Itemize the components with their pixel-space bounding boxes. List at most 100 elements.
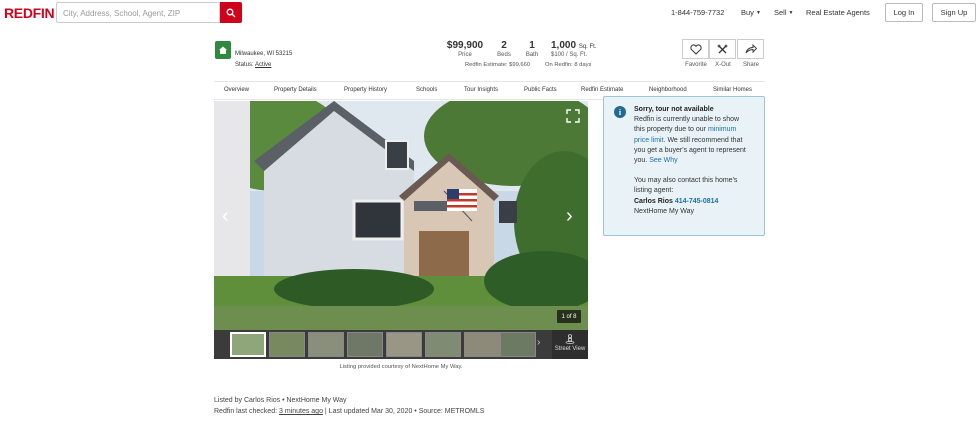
site-header: REDFIN City, Address, School, Agent, ZIP… <box>0 0 980 26</box>
redfin-estimate[interactable]: Redfin Estimate: $99,660 <box>465 62 530 68</box>
street-view-label: Street View <box>554 346 586 352</box>
tab-similar-homes[interactable]: Similar Homes <box>713 87 752 93</box>
thumbnail[interactable] <box>464 332 500 357</box>
agent-company: NextHome My Way <box>634 207 695 215</box>
buy-menu[interactable]: Buy ▼ <box>741 8 761 17</box>
tab-neighborhood[interactable]: Neighborhood <box>649 87 687 93</box>
tab-property-details[interactable]: Property Details <box>274 87 317 93</box>
baths-stat: 1 Bath <box>523 40 541 58</box>
thumbnail[interactable] <box>500 332 536 357</box>
tab-public-facts[interactable]: Public Facts <box>524 87 557 93</box>
house-icon <box>215 41 231 59</box>
real-estate-agents-link[interactable]: Real Estate Agents <box>806 8 870 17</box>
caret-down-icon: ▼ <box>788 10 794 17</box>
sell-label: Sell <box>774 8 787 17</box>
tab-overview[interactable]: Overview <box>224 87 249 93</box>
agent-line: Carlos Rios 414-745-0814 <box>634 197 762 207</box>
next-photo-arrow[interactable]: › <box>566 205 573 228</box>
tour-unavailable-notice: i Sorry, tour not available Redfin is cu… <box>603 96 765 236</box>
price-value: $99,900 <box>446 40 484 51</box>
expand-icon[interactable] <box>566 109 580 123</box>
house-photo-image <box>214 101 588 330</box>
beds-label: Beds <box>497 52 511 58</box>
caret-down-icon: ▼ <box>755 10 761 17</box>
xout-label: X-Out <box>715 62 731 68</box>
status-value[interactable]: Active <box>255 62 271 68</box>
days-on-redfin: On Redfin: 8 days <box>545 62 592 68</box>
favorite-label: Favorite <box>685 62 707 68</box>
sqft-stat: 1,000 Sq. Ft. $100 / Sq. Ft. <box>551 40 599 58</box>
price-per-sqft: $100 / Sq. Ft. <box>551 52 588 58</box>
agent-name: Carlos Rios <box>634 197 673 205</box>
status-label: Status: <box>235 62 254 68</box>
signup-button[interactable]: Sign Up <box>932 3 976 22</box>
photo-credit: Listing provided courtesy of NextHome My… <box>339 364 463 370</box>
tab-schools[interactable]: Schools <box>416 87 437 93</box>
contact-line: You may also contact this home's <box>634 177 738 185</box>
thumbnail[interactable] <box>308 332 344 357</box>
login-button[interactable]: Log In <box>885 3 923 22</box>
thumbnails-next-icon[interactable]: › <box>537 337 540 348</box>
contact-line: listing agent: <box>634 187 674 195</box>
beds-value: 2 <box>501 40 507 51</box>
notice-line: Redfin is currently unable to show <box>634 116 740 124</box>
baths-label: Bath <box>525 52 539 58</box>
sqft-value: 1,000 <box>551 40 577 51</box>
beds-stat: 2 Beds <box>496 40 512 58</box>
street-view-icon <box>565 334 575 344</box>
tab-tour-insights[interactable]: Tour Insights <box>464 87 498 93</box>
baths-value: 1 <box>529 40 535 51</box>
price-label: Price <box>458 52 472 58</box>
share-label: Share <box>742 62 759 68</box>
street-view-button[interactable]: Street View <box>552 330 588 359</box>
see-why-link[interactable]: See Why <box>649 157 677 164</box>
phone-link[interactable]: 1-844-759-7732 <box>671 8 724 17</box>
price-stat: $99,900 Price <box>446 40 484 58</box>
listed-by: Listed by Carlos Rios • NextHome My Way <box>214 397 347 404</box>
thumbnail[interactable] <box>347 332 383 357</box>
notice-text: . We still recommend that <box>663 136 743 144</box>
notice-line: you get a buyer's agent to represent <box>634 146 746 154</box>
notice-text: this property due to our <box>634 126 708 134</box>
buy-label: Buy <box>741 8 754 17</box>
favorite-button[interactable] <box>682 39 709 59</box>
checked-time: 3 minutes ago <box>278 408 323 415</box>
thumbnail[interactable] <box>230 332 266 357</box>
redfin-logo[interactable]: REDFIN <box>4 5 55 21</box>
xout-button[interactable] <box>709 39 736 59</box>
checked-prefix: Redfin last checked: <box>214 408 279 415</box>
notice-line: this property due to our minimum <box>634 125 762 135</box>
checked-suffix: | Last updated Mar 30, 2020 • Source: ME… <box>322 408 485 415</box>
agent-phone-link[interactable]: 414-745-0814 <box>675 198 719 205</box>
listing-address: Milwaukee, WI 53215 <box>235 51 293 57</box>
info-icon: i <box>614 106 626 118</box>
sell-menu[interactable]: Sell ▼ <box>774 8 793 17</box>
tab-property-history[interactable]: Property History <box>344 87 387 93</box>
search-button[interactable] <box>220 2 242 23</box>
sqft-unit: Sq. Ft. <box>578 44 597 50</box>
tab-redfin-estimate[interactable]: Redfin Estimate <box>581 87 623 93</box>
photo-counter: 1 of 8 <box>557 310 581 323</box>
notice-title: Sorry, tour not available <box>634 106 714 113</box>
search-input[interactable]: City, Address, School, Agent, ZIP <box>56 2 220 23</box>
share-icon <box>745 44 757 54</box>
last-checked: Redfin last checked: 3 minutes ago | Las… <box>214 408 484 415</box>
thumbnail[interactable] <box>269 332 305 357</box>
listing-status: Status: Active <box>235 62 271 68</box>
heart-icon <box>689 43 702 55</box>
notice-body: Sorry, tour not available Redfin is curr… <box>634 105 762 217</box>
price-limit-link[interactable]: price limit <box>634 137 664 144</box>
prev-photo-arrow[interactable]: ‹ <box>222 205 229 228</box>
sqft-row: 1,000 Sq. Ft. <box>551 40 599 51</box>
listing-photo[interactable] <box>214 101 588 330</box>
x-out-icon <box>717 44 728 53</box>
notice-line: price limit. We still recommend that <box>634 136 762 146</box>
notice-text: you. <box>634 157 650 165</box>
minimum-price-link[interactable]: minimum <box>708 126 736 133</box>
thumbnail[interactable] <box>425 332 461 357</box>
thumbnail[interactable] <box>386 332 422 357</box>
notice-line: you. See Why <box>634 156 762 166</box>
search-icon <box>226 8 236 17</box>
share-button[interactable] <box>737 39 764 59</box>
